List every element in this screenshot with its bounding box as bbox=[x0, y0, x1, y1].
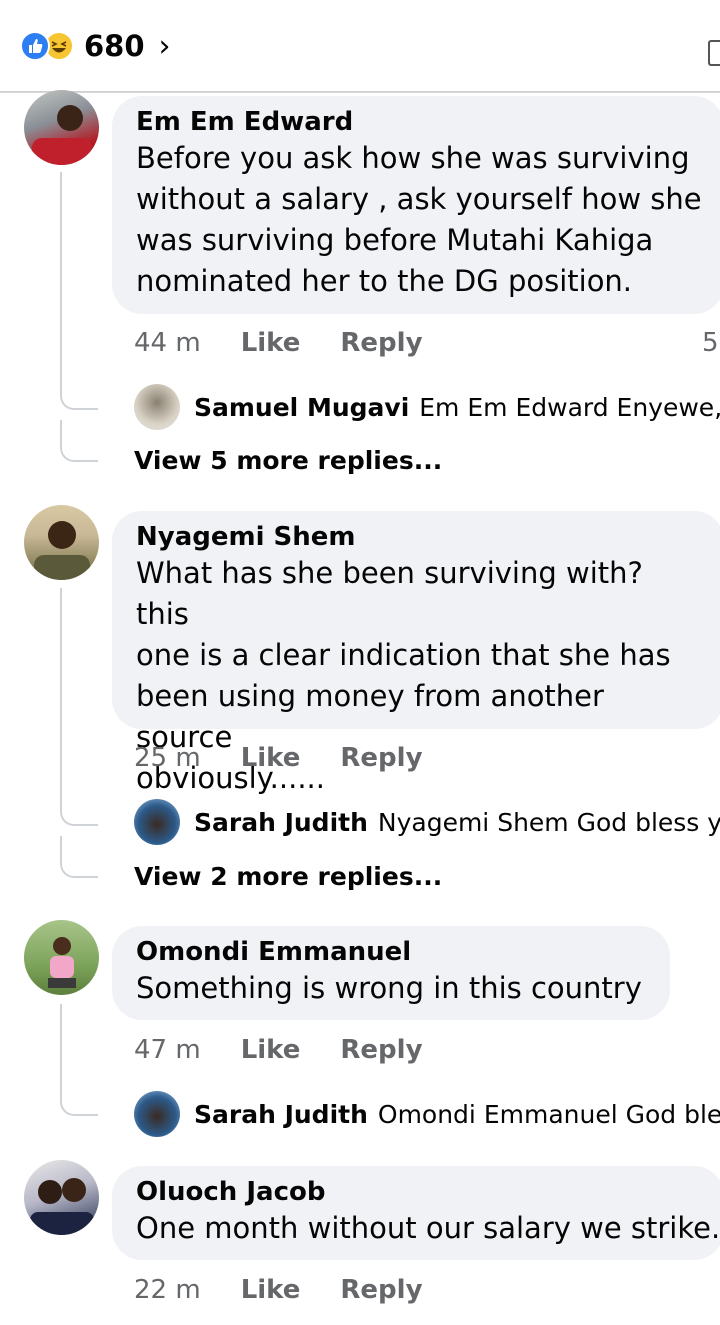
thread-hook bbox=[60, 1074, 98, 1116]
like-button[interactable]: Like bbox=[241, 1275, 301, 1305]
like-button[interactable]: Like bbox=[241, 743, 301, 773]
reply-button[interactable]: Reply bbox=[340, 1035, 422, 1065]
view-more-replies-link[interactable]: View 2 more replies... bbox=[134, 862, 442, 891]
avatar bbox=[134, 799, 180, 845]
comment-author[interactable]: Em Em Edward bbox=[136, 106, 702, 138]
comment-author[interactable]: Oluoch Jacob bbox=[136, 1176, 702, 1208]
reply-author[interactable]: Samuel Mugavi bbox=[194, 393, 409, 422]
like-button[interactable]: Like bbox=[241, 328, 301, 358]
reply-preview[interactable]: Sarah Judith Omondi Emmanuel God bless bbox=[134, 1091, 720, 1137]
avatar bbox=[134, 1091, 180, 1137]
comment-bubble[interactable]: Omondi Emmanuel Something is wrong in th… bbox=[112, 926, 670, 1020]
avatar[interactable] bbox=[24, 505, 99, 580]
comment-time: 44 m bbox=[134, 328, 201, 358]
avatar[interactable] bbox=[24, 90, 99, 165]
thread-line-1 bbox=[60, 172, 62, 392]
comment-actions: 44 m Like Reply bbox=[134, 328, 423, 358]
comment-actions: 47 m Like Reply bbox=[134, 1035, 423, 1065]
reactions-summary[interactable]: 680 › bbox=[20, 29, 171, 64]
comment-bubble[interactable]: Nyagemi Shem What has she been surviving… bbox=[112, 511, 720, 795]
reply-text: Nyagemi Shem God bless you bbox=[377, 807, 720, 837]
view-more-replies-link[interactable]: View 5 more replies... bbox=[134, 446, 442, 475]
comment-author[interactable]: Nyagemi Shem bbox=[136, 521, 702, 553]
thread-hook bbox=[60, 420, 98, 462]
avatar[interactable] bbox=[24, 1160, 99, 1235]
comment-text: One month without our salary we strike. bbox=[136, 1211, 720, 1245]
reaction-count: 680 bbox=[84, 29, 145, 63]
reaction-count-small: 5 bbox=[702, 328, 719, 358]
reply-preview[interactable]: Samuel Mugavi Em Em Edward Enyewe, sh bbox=[134, 384, 720, 430]
comment-time: 22 m bbox=[134, 1275, 201, 1305]
avatar[interactable] bbox=[24, 920, 99, 995]
reply-text: Omondi Emmanuel God bless bbox=[377, 1099, 720, 1129]
reactions-header: 680 › bbox=[0, 0, 720, 93]
comment-time: 47 m bbox=[134, 1035, 201, 1065]
comment-time: 25 m bbox=[134, 743, 201, 773]
reply-author[interactable]: Sarah Judith bbox=[194, 808, 368, 837]
thread-hook bbox=[60, 788, 98, 826]
reply-button[interactable]: Reply bbox=[340, 1275, 422, 1305]
thread-hook bbox=[60, 372, 98, 410]
reply-text: Em Em Edward Enyewe, sh bbox=[419, 392, 720, 422]
thread-line-2 bbox=[60, 588, 62, 808]
like-reaction-icon bbox=[20, 31, 50, 61]
reply-button[interactable]: Reply bbox=[340, 328, 422, 358]
reply-preview[interactable]: Sarah Judith Nyagemi Shem God bless you bbox=[134, 799, 720, 845]
comment-actions: 22 m Like Reply bbox=[134, 1275, 423, 1305]
reply-author[interactable]: Sarah Judith bbox=[194, 1100, 368, 1129]
comment-bubble[interactable]: Oluoch Jacob One month without our salar… bbox=[112, 1166, 720, 1260]
share-icon[interactable] bbox=[708, 40, 720, 66]
comment-text: Before you ask how she was surviving wit… bbox=[136, 141, 702, 298]
comment-bubble[interactable]: Em Em Edward Before you ask how she was … bbox=[112, 96, 720, 314]
chevron-right-icon[interactable]: › bbox=[159, 29, 171, 64]
comment-text: Something is wrong in this country bbox=[136, 971, 642, 1005]
reply-button[interactable]: Reply bbox=[340, 743, 422, 773]
thread-hook bbox=[60, 836, 98, 878]
comment-author[interactable]: Omondi Emmanuel bbox=[136, 936, 648, 968]
comment-actions: 25 m Like Reply bbox=[134, 743, 423, 773]
like-button[interactable]: Like bbox=[241, 1035, 301, 1065]
avatar bbox=[134, 384, 180, 430]
